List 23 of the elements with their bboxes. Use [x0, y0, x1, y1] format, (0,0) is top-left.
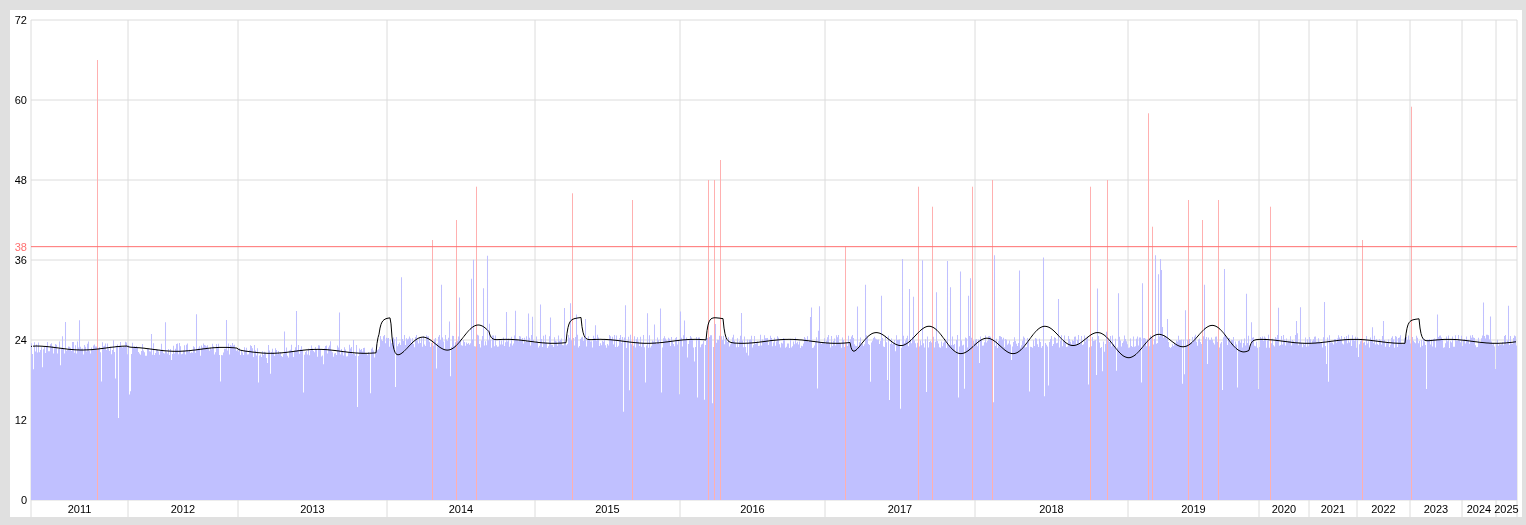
year-label: 2012 [170, 503, 196, 515]
year-label: 2018 [1039, 503, 1064, 515]
y-tick-label: 24 [14, 334, 27, 346]
year-label: 2021 [1320, 503, 1346, 515]
year-label: 2019 [1181, 503, 1206, 515]
year-label: 2016 [740, 503, 765, 515]
year-label: 2013 [300, 503, 325, 515]
y-tick-label: 72 [14, 14, 27, 26]
year-label: 2022 [1371, 503, 1396, 515]
year-label: 2015 [595, 503, 620, 515]
year-label: 2025 [1494, 503, 1519, 515]
year-label: 2024 [1466, 503, 1492, 515]
year-label: 2017 [887, 503, 913, 515]
y-tick-label: 12 [14, 414, 27, 426]
year-label: 2011 [67, 503, 92, 515]
year-label: 2014 [448, 503, 474, 515]
year-label: 2023 [1423, 503, 1449, 515]
y-tick-label: 36 [14, 254, 27, 266]
threshold-label: 38 [14, 240, 27, 253]
y-tick-label: 48 [14, 174, 27, 186]
y-tick-label: 60 [14, 94, 27, 106]
y-tick-label: 0 [20, 494, 27, 506]
year-label: 2020 [1271, 503, 1297, 515]
